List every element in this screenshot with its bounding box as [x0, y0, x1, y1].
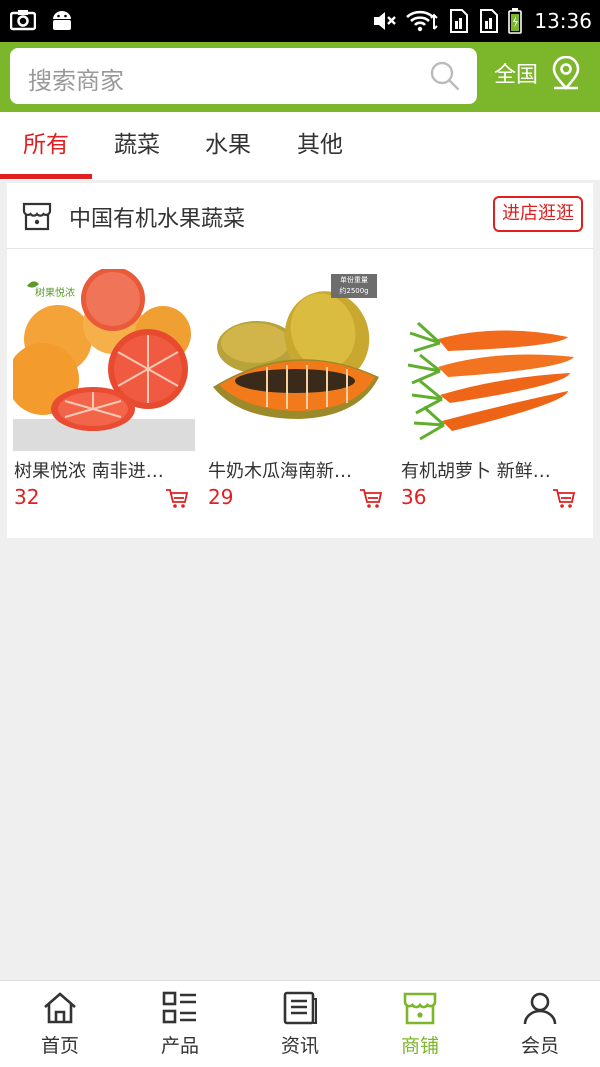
- product-image-papaya[interactable]: 单份重量 约2500g: [207, 269, 389, 451]
- tab-all[interactable]: 所有: [0, 112, 92, 180]
- user-icon: [522, 991, 558, 1029]
- product-name[interactable]: 有机胡萝卜 新鲜…: [401, 457, 579, 483]
- wifi-icon: [406, 9, 440, 33]
- product-name[interactable]: 牛奶木瓜海南新…: [208, 457, 386, 483]
- clock: 13:36: [534, 9, 592, 33]
- nav-label: 产品: [160, 1035, 199, 1057]
- product-image-carrot[interactable]: [400, 269, 582, 451]
- nav-home[interactable]: 首页: [0, 981, 120, 1067]
- visit-store-button[interactable]: 进店逛逛: [493, 196, 583, 232]
- tab-vegetables[interactable]: 蔬菜: [92, 112, 182, 180]
- sim-card-2-icon: [478, 8, 500, 34]
- product-brand-label: 树果悦浓: [35, 288, 75, 299]
- sim-card-1-icon: [448, 8, 470, 34]
- store-card: 中国有机水果蔬菜 进店逛逛 树果悦浓 树果悦浓 南非进… 32 单份重量 约25…: [7, 183, 593, 538]
- nav-label: 资讯: [280, 1035, 319, 1057]
- bottom-navigation: 首页 产品 资讯 商铺 会员: [0, 980, 600, 1067]
- search-icon[interactable]: [429, 60, 461, 96]
- add-to-cart-icon[interactable]: [165, 488, 189, 514]
- add-to-cart-icon[interactable]: [552, 488, 576, 514]
- category-tabs: 所有 蔬菜 水果 其他: [0, 112, 600, 180]
- product-price: 32: [14, 485, 40, 509]
- nav-label: 首页: [40, 1035, 79, 1057]
- region-selector[interactable]: 全国: [494, 57, 538, 89]
- tab-active-indicator: [0, 174, 92, 179]
- home-icon: [42, 991, 78, 1029]
- search-header: 搜索商家 全国: [0, 42, 600, 112]
- nav-products[interactable]: 产品: [120, 981, 240, 1067]
- product-card[interactable]: 单份重量 约2500g 牛奶木瓜海南新… 29: [207, 269, 389, 519]
- status-bar: 13:36: [0, 0, 600, 42]
- search-placeholder: 搜索商家: [28, 67, 124, 95]
- store-header[interactable]: 中国有机水果蔬菜 进店逛逛: [7, 183, 593, 249]
- mute-icon: [372, 9, 398, 33]
- store-icon: [21, 200, 53, 236]
- nav-news[interactable]: 资讯: [240, 981, 360, 1067]
- product-name[interactable]: 树果悦浓 南非进…: [14, 457, 192, 483]
- product-card[interactable]: 有机胡萝卜 新鲜… 36: [400, 269, 582, 519]
- nav-label: 会员: [520, 1035, 559, 1057]
- screenshot-icon: [10, 9, 36, 31]
- tab-fruits[interactable]: 水果: [182, 112, 274, 180]
- nav-member[interactable]: 会员: [480, 981, 600, 1067]
- android-icon: [50, 8, 74, 32]
- location-pin-icon[interactable]: [550, 55, 582, 96]
- search-input[interactable]: 搜索商家: [10, 48, 477, 104]
- store-name: 中国有机水果蔬菜: [69, 207, 246, 232]
- product-image-grapefruit[interactable]: 树果悦浓: [13, 269, 195, 451]
- product-price: 36: [401, 485, 427, 509]
- news-icon: [282, 991, 318, 1029]
- grid-list-icon: [162, 991, 198, 1029]
- weight-badge: 单份重量 约2500g: [331, 274, 377, 298]
- shop-icon: [402, 991, 438, 1029]
- product-price: 29: [208, 485, 234, 509]
- battery-charging-icon: [508, 8, 523, 34]
- nav-label: 商铺: [400, 1035, 439, 1057]
- weight-badge-title: 单份重量: [340, 276, 368, 284]
- tab-other[interactable]: 其他: [274, 112, 366, 180]
- add-to-cart-icon[interactable]: [359, 488, 383, 514]
- nav-shops[interactable]: 商铺: [360, 981, 480, 1067]
- weight-badge-value: 约2500g: [339, 287, 369, 295]
- product-card[interactable]: 树果悦浓 树果悦浓 南非进… 32: [13, 269, 195, 519]
